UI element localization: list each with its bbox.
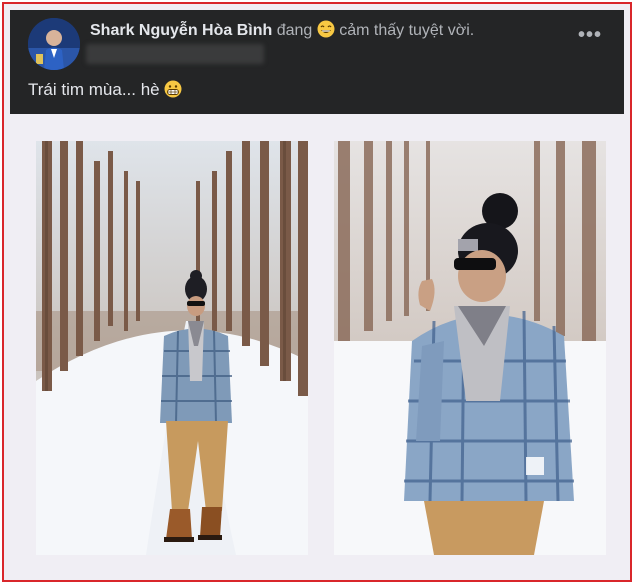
feeling-prefix: đang (276, 22, 313, 39)
post-header: Shark Nguyễn Hòa Bình đang cảm thấy tuyệ… (10, 10, 624, 114)
avatar[interactable] (28, 18, 80, 70)
grinning-face-icon (317, 20, 335, 38)
snow-forest-photo-closeup[interactable] (334, 141, 606, 555)
post-frame: Shark Nguyễn Hòa Bình đang cảm thấy tuyệ… (2, 2, 632, 582)
more-options-icon[interactable]: ••• (578, 25, 602, 45)
post-caption: Trái tim mùa... hè (28, 80, 182, 100)
caption-text: Trái tim mùa... hè (28, 80, 160, 99)
post-title-line: Shark Nguyễn Hòa Bình đang cảm thấy tuyệ… (90, 20, 474, 40)
feeling-text: cảm thấy tuyệt vời. (339, 22, 475, 39)
author-name[interactable]: Shark Nguyễn Hòa Bình (90, 22, 272, 39)
grimacing-face-icon (164, 80, 182, 98)
snow-forest-photo-full-body[interactable] (36, 141, 308, 555)
post-timestamp-blurred (86, 44, 264, 64)
